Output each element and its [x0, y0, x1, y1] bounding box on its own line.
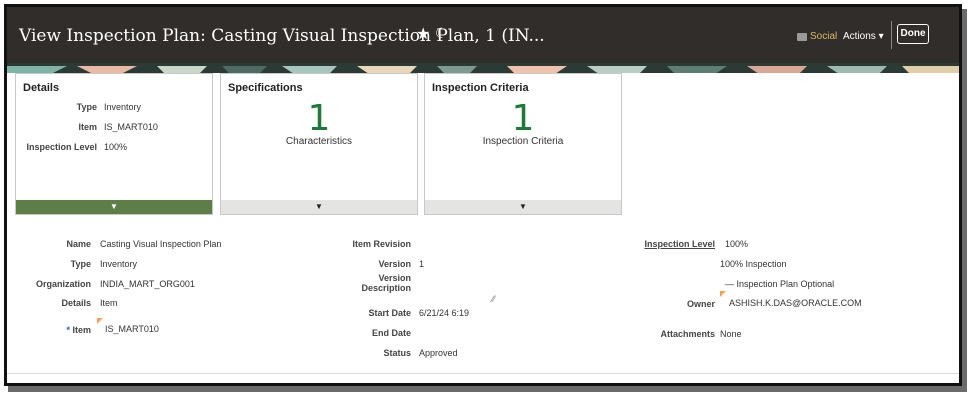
header-divider [891, 21, 892, 49]
specifications-card-expand-button[interactable]: ▼ [221, 200, 417, 214]
details-value: Item [100, 298, 118, 308]
version-value: 1 [419, 259, 425, 269]
inspection-plan-optional: — Inspection Plan Optional [725, 279, 834, 289]
attachments-label: Attachments [660, 329, 715, 339]
item-revision-label: Item Revision [352, 239, 411, 249]
inspection-level-detail: 100% Inspection [720, 259, 787, 269]
inspection-level-value: 100% [725, 239, 749, 249]
specifications-card-title: Specifications [228, 82, 303, 94]
recent-activity-icon[interactable]: ☾ [435, 25, 448, 42]
actions-menu-button[interactable]: Actions ▾ [843, 31, 884, 42]
details-card-title: Details [23, 82, 60, 94]
name-value: Casting Visual Inspection Plan [100, 239, 222, 249]
resize-handle-icon[interactable]: ⁄⁄ [492, 294, 495, 304]
decorative-banner [7, 63, 959, 73]
required-indicator: * [66, 325, 70, 335]
app-window: View Inspection Plan: Casting Visual Ins… [4, 4, 962, 386]
done-button[interactable]: Done [897, 24, 929, 44]
item-label: * Item [17, 325, 91, 335]
end-date-label: End Date [371, 328, 411, 338]
inspection-plan-optional-text: Inspection Plan Optional [736, 279, 835, 289]
version-description-label: Version Description [361, 273, 411, 293]
details-type-value: Inventory [104, 102, 142, 112]
page-title: View Inspection Plan: Casting Visual Ins… [19, 26, 545, 46]
inspection-criteria-card-expand-button[interactable]: ▼ [425, 200, 621, 214]
frame-shadow-right [962, 9, 967, 392]
details-type-label: Type [76, 102, 97, 112]
start-date-value: 6/21/24 6:19 [419, 308, 470, 318]
details-item-value: IS_MART010 [104, 122, 158, 132]
start-date-label: Start Date [368, 308, 411, 318]
details-card[interactable]: Details Type Inventory Item IS_MART010 I… [15, 73, 213, 215]
optional-dash-icon: — [725, 279, 737, 289]
details-label: Details [61, 298, 91, 308]
details-level-value: 100% [104, 142, 128, 152]
item-value: IS_MART010 [105, 324, 159, 334]
form-bottom-divider [7, 373, 959, 374]
type-value: Inventory [100, 259, 138, 269]
item-label-text: Item [72, 325, 91, 335]
inspection-criteria-label: Inspection Criteria [482, 136, 564, 147]
details-level-label: Inspection Level [26, 142, 97, 152]
favorite-star-icon[interactable]: ★ [416, 24, 430, 44]
inspection-criteria-card[interactable]: Inspection Criteria 1 Inspection Criteri… [424, 73, 622, 215]
item-change-indicator-icon [97, 318, 103, 324]
attachments-value[interactable]: None [720, 329, 742, 339]
social-icon [797, 32, 807, 41]
banner-pattern [7, 66, 959, 73]
name-label: Name [66, 239, 91, 249]
characteristics-count: 1 [307, 98, 331, 139]
status-label: Status [383, 348, 411, 358]
specifications-card[interactable]: Specifications 1 Characteristics ▼ [220, 73, 418, 215]
type-label: Type [70, 259, 91, 269]
version-label: Version [378, 259, 411, 269]
owner-label: Owner [686, 299, 715, 309]
social-link[interactable]: Social [797, 31, 837, 42]
details-item-label: Item [78, 122, 97, 132]
frame-shadow-bottom [8, 386, 966, 392]
organization-label: Organization [35, 279, 91, 289]
status-value: Approved [419, 348, 458, 358]
organization-value: INDIA_MART_ORG001 [100, 279, 195, 289]
inspection-criteria-card-title: Inspection Criteria [432, 82, 529, 94]
owner-change-indicator-icon [720, 291, 726, 297]
page-header: View Inspection Plan: Casting Visual Ins… [7, 7, 959, 63]
inspection-criteria-count: 1 [511, 98, 535, 139]
characteristics-label: Characteristics [285, 136, 353, 147]
social-label: Social [810, 31, 838, 42]
inspection-level-label[interactable]: Inspection Level [627, 239, 715, 249]
owner-value: ASHISH.K.DAS@ORACLE.COM [729, 298, 862, 308]
details-card-expand-button[interactable]: ▼ [16, 200, 212, 214]
